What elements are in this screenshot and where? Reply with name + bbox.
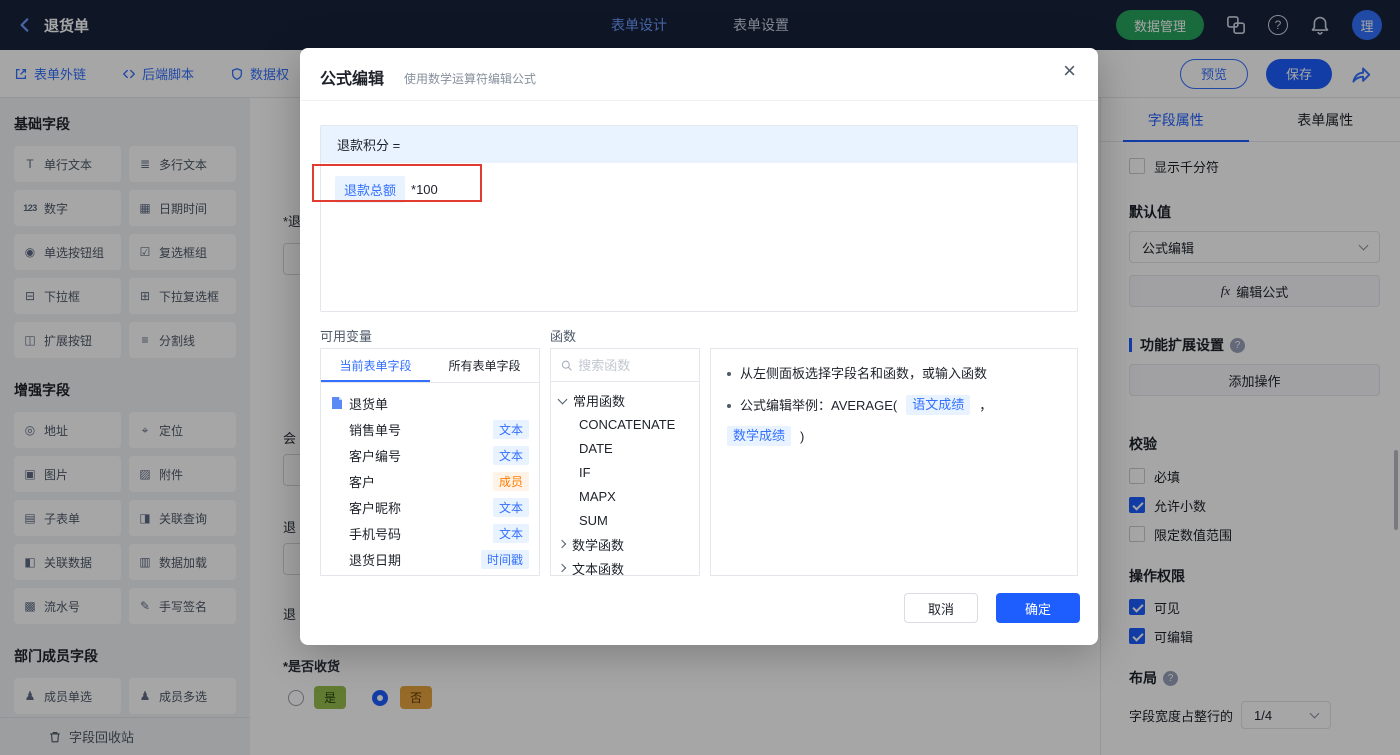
- modal-subtitle: 使用数学运算符编辑公式: [404, 72, 537, 86]
- function-item[interactable]: DATE: [559, 436, 691, 460]
- modal-divider: [300, 100, 1098, 101]
- function-item[interactable]: CONCATENATE: [559, 412, 691, 436]
- variable-row[interactable]: 客户 成员: [331, 468, 529, 494]
- type-badge: 文本: [492, 419, 529, 439]
- help-example-prefix: 公式编辑举例：AVERAGE(: [740, 398, 898, 413]
- modal-title: 公式编辑: [320, 71, 385, 88]
- function-search[interactable]: [551, 349, 699, 382]
- type-badge: 文本: [492, 523, 529, 543]
- chevron-right-icon: [557, 563, 567, 573]
- app: 退货单 表单设计 表单设置 数据管理 ? 理 表单外链 后端脚本 数据权 预览 …: [0, 0, 1400, 755]
- document-icon: [332, 397, 342, 409]
- chevron-down-icon: [557, 394, 568, 404]
- form-node[interactable]: 退货单: [331, 390, 529, 416]
- example-field-tag: 数学成绩: [727, 426, 792, 446]
- function-item[interactable]: IF: [559, 460, 691, 484]
- variable-row[interactable]: 退货日期 时间戳: [331, 546, 529, 572]
- chevron-right-icon: [557, 539, 567, 549]
- search-icon: [561, 360, 572, 370]
- bullet: [727, 404, 731, 408]
- help-line-1: 从左侧面板选择字段名和函数，或输入函数: [740, 366, 988, 381]
- formula-edit-modal: 公式编辑 使用数学运算符编辑公式 × 退款积分 = 退款总额 *100 可用变量…: [300, 48, 1098, 645]
- tab-all-form-fields[interactable]: 所有表单字段: [430, 349, 539, 382]
- field-reference-tag[interactable]: 退款总额: [335, 176, 406, 203]
- bullet: [727, 372, 731, 376]
- tab-current-form-fields[interactable]: 当前表单字段: [321, 349, 430, 382]
- help-separator: ，: [979, 398, 993, 413]
- functions-label: 函数: [550, 329, 577, 344]
- function-item[interactable]: SUM: [559, 508, 691, 532]
- function-group-common[interactable]: 常用函数: [557, 388, 691, 412]
- close-icon[interactable]: ×: [1063, 60, 1076, 82]
- type-badge: 成员: [492, 471, 529, 491]
- variable-row[interactable]: 客户编号 文本: [331, 442, 529, 468]
- variable-row[interactable]: 客户昵称 文本: [331, 494, 529, 520]
- variables-panel: 当前表单字段 所有表单字段 退货单 销售单号 文本 客户编号 文本 客户 成员 客户昵…: [320, 348, 540, 576]
- function-group-math[interactable]: 数学函数: [557, 532, 691, 556]
- function-item[interactable]: MAPX: [559, 484, 691, 508]
- formula-help-panel: 从左侧面板选择字段名和函数，或输入函数 公式编辑举例：AVERAGE( 语文成绩…: [710, 348, 1078, 576]
- type-badge: 文本: [492, 445, 529, 465]
- function-search-input[interactable]: [578, 357, 689, 373]
- variable-row[interactable]: 销售单号 文本: [331, 416, 529, 442]
- help-example-suffix: ): [800, 429, 805, 444]
- type-badge: 文本: [492, 497, 529, 517]
- cancel-button[interactable]: 取消: [904, 593, 978, 623]
- formula-editor: 退款积分 = 退款总额 *100: [320, 125, 1078, 312]
- functions-panel: 常用函数 CONCATENATE DATE IF MAPX SUM 数学函数 文…: [550, 348, 700, 576]
- variables-label: 可用变量: [320, 329, 373, 344]
- formula-input-area[interactable]: 退款总额 *100: [321, 163, 1077, 216]
- variable-row[interactable]: 手机号码 文本: [331, 520, 529, 546]
- function-group-text[interactable]: 文本函数: [557, 556, 691, 575]
- type-badge: 时间戳: [480, 549, 529, 569]
- confirm-button[interactable]: 确定: [996, 593, 1080, 623]
- formula-expression: *100: [411, 182, 438, 197]
- formula-target: 退款积分 =: [321, 126, 1077, 163]
- example-field-tag: 语文成绩: [906, 395, 971, 415]
